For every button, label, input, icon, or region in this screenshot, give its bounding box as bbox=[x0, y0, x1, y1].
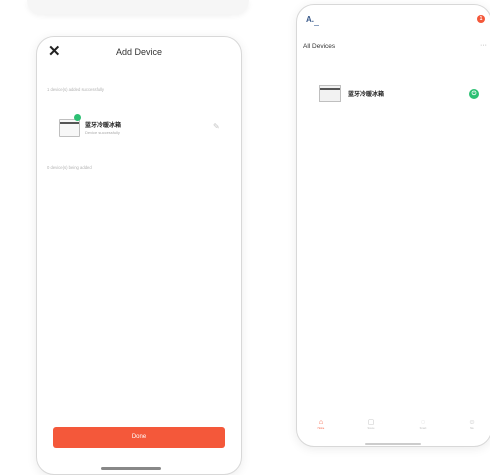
scene-icon: ▢ bbox=[367, 419, 375, 426]
fridge-device-icon bbox=[319, 85, 341, 102]
fridge-device-icon bbox=[59, 119, 80, 137]
device-status: Device successfully bbox=[85, 130, 120, 135]
home-indicator bbox=[101, 467, 161, 470]
device-name: 蓝牙冷暖冰箱 bbox=[348, 92, 385, 98]
home-switcher-underline bbox=[314, 25, 319, 26]
all-devices-title: All Devices bbox=[303, 43, 336, 50]
success-check-icon bbox=[74, 114, 81, 121]
me-icon: ☺ bbox=[468, 419, 476, 426]
smart-icon: ◌ bbox=[420, 419, 426, 426]
home-switcher[interactable]: A. bbox=[306, 15, 314, 24]
tab-smart[interactable]: ◌ Smart bbox=[413, 419, 433, 431]
tab-scene[interactable]: ▢ Scene bbox=[361, 419, 381, 431]
page-title: Add Device bbox=[115, 47, 163, 57]
edit-icon[interactable]: ✎ bbox=[213, 122, 220, 131]
done-button[interactable]: Done bbox=[53, 427, 225, 448]
tab-home[interactable]: ⌂ Home bbox=[311, 419, 331, 431]
previous-screen-edge bbox=[27, 0, 249, 14]
home-icon: ⌂ bbox=[318, 419, 324, 426]
home-indicator bbox=[365, 443, 421, 445]
home-screen: A. 1 All Devices ··· 蓝牙冷暖冰箱 ⏻ ⌂ Home ▢ S… bbox=[296, 4, 490, 447]
device-name: 蓝牙冷暖冰箱 bbox=[85, 123, 122, 129]
power-icon[interactable]: ⏻ bbox=[469, 89, 479, 99]
more-icon[interactable]: ··· bbox=[480, 42, 487, 49]
added-caption: 1 device(s) added successfully bbox=[47, 87, 105, 92]
tab-me[interactable]: ☺ Me bbox=[462, 419, 482, 431]
add-device-screen: ✕ Add Device 1 device(s) added successfu… bbox=[36, 36, 242, 475]
notification-badge[interactable]: 1 bbox=[477, 15, 485, 23]
being-added-caption: 0 device(s) being added bbox=[47, 165, 92, 170]
